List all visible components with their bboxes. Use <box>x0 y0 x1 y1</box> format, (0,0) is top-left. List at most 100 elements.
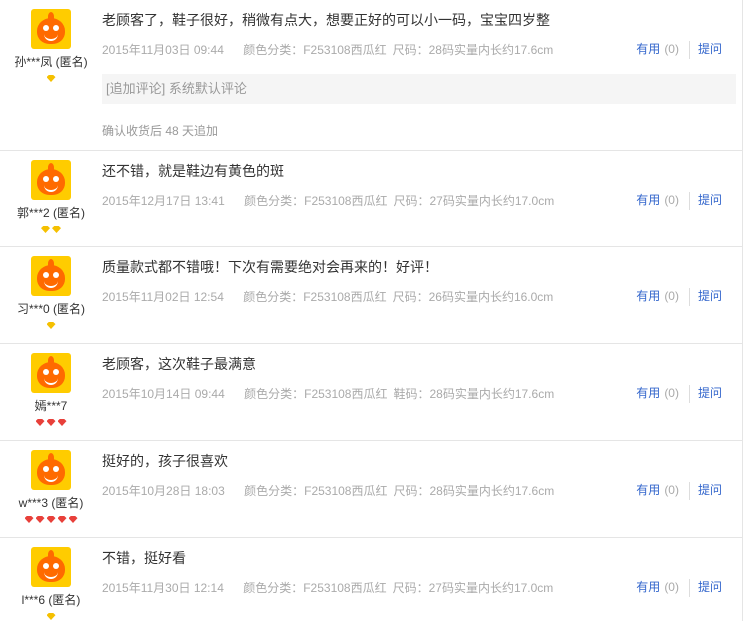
review-meta: 2015年11月02日 12:54 颜色分类：F253108西瓜红 尺码：26码实… <box>102 288 575 305</box>
review-text: 不错，挺好看 <box>102 550 186 566</box>
review-item: 嫣***7 老顾客，这次鞋子最满意 2015年10月14日 09:44 颜色分类… <box>0 344 743 441</box>
review-date: 2015年11月03日 09:44 <box>102 43 224 57</box>
rank-badge <box>0 73 102 83</box>
reviewer-name: 孙***凤 (匿名) <box>14 55 88 69</box>
diamond-icon <box>57 516 67 523</box>
avatar[interactable] <box>31 160 71 200</box>
diamond-icon <box>46 75 56 82</box>
sku-size: 尺码：27码实量内长约17.0cm <box>393 194 555 208</box>
review-item: l***6 (匿名) 不错，挺好看 2015年11月30日 12:14 颜色分类… <box>0 538 743 621</box>
useful-button[interactable]: 有用 <box>636 483 660 497</box>
ask-button[interactable]: 提问 <box>698 580 722 594</box>
review-list: 孙***凤 (匿名) 老顾客了，鞋子很好，稍微有点大，想要正好的可以小一码，宝宝… <box>0 0 745 621</box>
rank-badge <box>0 611 102 621</box>
sku-color: 颜色分类：F253108西瓜红 <box>243 581 387 595</box>
diamond-icon <box>57 419 67 426</box>
review-text: 老顾客了，鞋子很好，稍微有点大，想要正好的可以小一码，宝宝四岁整 <box>102 12 550 28</box>
reviewer: 习***0 (匿名) <box>0 247 102 330</box>
review-text: 质量款式都不错哦！下次有需要绝对会再来的！好评！ <box>102 259 438 275</box>
review-actions: 有用 (0) 提问 <box>636 578 722 597</box>
avatar[interactable] <box>31 547 71 587</box>
review-meta: 2015年10月28日 18:03 颜色分类：F253108西瓜红 尺码：28码实… <box>102 482 576 499</box>
useful-count: (0) <box>664 42 679 56</box>
ask-button[interactable]: 提问 <box>698 386 722 400</box>
avatar[interactable] <box>31 256 71 296</box>
useful-button[interactable]: 有用 <box>636 289 660 303</box>
sku-color: 颜色分类：F253108西瓜红 <box>243 43 387 57</box>
sku-size: 尺码：28码实量内长约17.6cm <box>393 484 555 498</box>
diamond-icon <box>35 516 45 523</box>
reviewer: 郭***2 (匿名) <box>0 151 102 234</box>
review-date: 2015年12月17日 13:41 <box>102 194 225 208</box>
useful-count: (0) <box>664 580 679 594</box>
rank-badge <box>0 417 102 427</box>
append-review: [追加评论] 系统默认评论 <box>102 74 736 104</box>
review-item: w***3 (匿名) 挺好的，孩子很喜欢 2015年10月28日 18:03 颜… <box>0 441 743 538</box>
review-date: 2015年11月02日 12:54 <box>102 290 224 304</box>
reviewer-name: 嫣***7 <box>34 399 68 413</box>
rank-badge <box>0 320 102 330</box>
useful-button[interactable]: 有用 <box>636 580 660 594</box>
diamond-icon <box>35 419 45 426</box>
review-text: 老顾客，这次鞋子最满意 <box>102 356 256 372</box>
review-actions: 有用 (0) 提问 <box>636 384 722 403</box>
useful-count: (0) <box>664 289 679 303</box>
sku-color: 颜色分类：F253108西瓜红 <box>244 484 388 498</box>
sku-color: 颜色分类：F253108西瓜红 <box>244 387 388 401</box>
divider <box>688 287 690 306</box>
rank-badge <box>0 224 102 234</box>
useful-count: (0) <box>664 386 679 400</box>
reviewer: l***6 (匿名) <box>0 538 102 621</box>
diamond-icon <box>46 613 56 620</box>
diamond-icon <box>46 322 56 329</box>
review-actions: 有用 (0) 提问 <box>636 287 722 306</box>
rank-badge <box>0 514 102 524</box>
sku-color: 颜色分类：F253108西瓜红 <box>244 194 388 208</box>
useful-button[interactable]: 有用 <box>636 193 660 207</box>
divider <box>688 481 690 500</box>
review-meta: 2015年10月14日 09:44 颜色分类：F253108西瓜红 鞋码：28码实… <box>102 385 576 402</box>
ask-button[interactable]: 提问 <box>698 289 722 303</box>
diamond-icon <box>41 226 50 233</box>
review-meta: 2015年11月30日 12:14 颜色分类：F253108西瓜红 尺码：27码实… <box>102 579 575 596</box>
review-text: 挺好的，孩子很喜欢 <box>102 453 228 469</box>
review-actions: 有用 (0) 提问 <box>636 481 722 500</box>
review-date: 2015年11月30日 12:14 <box>102 581 224 595</box>
review-date: 2015年10月28日 18:03 <box>102 484 225 498</box>
useful-count: (0) <box>664 483 679 497</box>
sku-size: 尺码：27码实量内长约17.0cm <box>392 581 554 595</box>
ask-button[interactable]: 提问 <box>698 193 722 207</box>
sku-size: 尺码：28码实量内长约17.6cm <box>392 43 554 57</box>
reviewer: 嫣***7 <box>0 344 102 427</box>
reviewer: 孙***凤 (匿名) <box>0 0 102 83</box>
divider <box>688 578 690 597</box>
useful-button[interactable]: 有用 <box>636 42 660 56</box>
avatar[interactable] <box>31 450 71 490</box>
review-text: 还不错，就是鞋边有黄色的斑 <box>102 163 284 179</box>
review-item: 习***0 (匿名) 质量款式都不错哦！下次有需要绝对会再来的！好评！ 2015… <box>0 247 743 344</box>
review-meta: 2015年11月03日 09:44 颜色分类：F253108西瓜红 尺码：28码实… <box>102 41 575 58</box>
reviewer-name: 习***0 (匿名) <box>16 302 85 316</box>
review-meta: 2015年12月17日 13:41 颜色分类：F253108西瓜红 尺码：27码实… <box>102 192 576 209</box>
sku-size: 尺码：26码实量内长约16.0cm <box>392 290 554 304</box>
review-item: 孙***凤 (匿名) 老顾客了，鞋子很好，稍微有点大，想要正好的可以小一码，宝宝… <box>0 0 743 151</box>
diamond-icon <box>46 419 56 426</box>
reviewer: w***3 (匿名) <box>0 441 102 524</box>
review-item: 郭***2 (匿名) 还不错，就是鞋边有黄色的斑 2015年12月17日 13:… <box>0 151 743 247</box>
divider <box>688 384 690 403</box>
diamond-icon <box>46 516 56 523</box>
reviewer-name: w***3 (匿名) <box>18 496 84 510</box>
reviewer-name: l***6 (匿名) <box>21 593 81 607</box>
avatar[interactable] <box>31 9 71 49</box>
append-note: 确认收货后 48 天追加 <box>102 124 219 138</box>
diamond-icon <box>68 516 78 523</box>
useful-button[interactable]: 有用 <box>636 386 660 400</box>
useful-count: (0) <box>664 193 679 207</box>
reviewer-name: 郭***2 (匿名) <box>16 206 85 220</box>
ask-button[interactable]: 提问 <box>698 483 722 497</box>
avatar[interactable] <box>31 353 71 393</box>
review-date: 2015年10月14日 09:44 <box>102 387 225 401</box>
ask-button[interactable]: 提问 <box>698 42 722 56</box>
review-actions: 有用 (0) 提问 <box>636 40 722 59</box>
sku-color: 颜色分类：F253108西瓜红 <box>243 290 387 304</box>
